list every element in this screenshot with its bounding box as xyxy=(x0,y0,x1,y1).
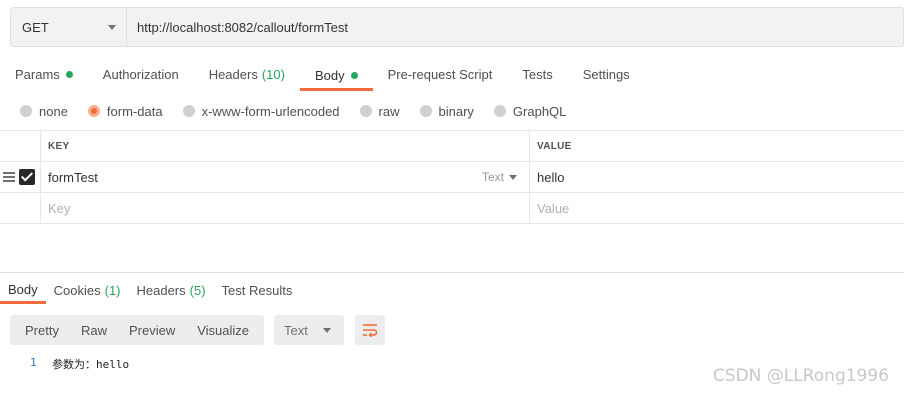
tab-pre-request-script[interactable]: Pre-request Script xyxy=(373,60,508,88)
method-select[interactable]: GET xyxy=(11,8,127,46)
method-label: GET xyxy=(22,19,49,35)
response-tab-body-label: Body xyxy=(8,282,38,297)
headers-count: (10) xyxy=(261,66,285,82)
tab-params-label: Params xyxy=(15,66,60,82)
tab-tests[interactable]: Tests xyxy=(507,60,567,88)
url-text: http://localhost:8082/callout/formTest xyxy=(137,19,349,35)
format-select[interactable]: Text xyxy=(274,315,345,345)
radio-icon xyxy=(182,105,195,117)
key-placeholder: Key xyxy=(48,200,71,216)
cookies-count: (1) xyxy=(104,282,121,298)
tab-params[interactable]: Params xyxy=(0,60,88,88)
response-tab-body[interactable]: Body xyxy=(0,278,46,304)
table-row: formTest Text hello xyxy=(0,162,904,193)
tab-authorization[interactable]: Authorization xyxy=(88,60,194,88)
value-column-header: VALUE xyxy=(530,131,904,161)
tab-settings[interactable]: Settings xyxy=(568,60,645,88)
key-header-label: KEY xyxy=(48,140,70,152)
radio-graphql-label: GraphQL xyxy=(512,103,567,119)
form-data-table: KEY VALUE formTest Text hello Key Value xyxy=(0,130,904,224)
chevron-down-icon xyxy=(509,174,517,180)
key-type-select[interactable]: Text xyxy=(482,170,517,184)
key-value: formTest xyxy=(48,169,98,185)
tab-body[interactable]: Body xyxy=(299,60,373,91)
response-tab-test-results-label: Test Results xyxy=(221,282,293,298)
view-mode-group: Pretty Raw Preview Visualize xyxy=(10,315,265,345)
response-tab-cookies[interactable]: Cookies (1) xyxy=(46,278,129,302)
row-control-cell xyxy=(0,162,41,192)
row-control-cell xyxy=(0,193,41,223)
view-raw-button[interactable]: Raw xyxy=(70,315,118,345)
tab-tests-label: Tests xyxy=(522,66,553,82)
radio-x-www-form-urlencoded[interactable]: x-www-form-urlencoded xyxy=(182,103,340,119)
key-column-header: KEY xyxy=(41,131,530,161)
body-indicator-dot xyxy=(350,72,358,79)
radio-icon xyxy=(359,105,372,117)
chevron-down-icon xyxy=(108,24,116,30)
key-type-label: Text xyxy=(481,170,504,184)
table-header-row: KEY VALUE xyxy=(0,131,904,162)
response-tab-cookies-label: Cookies xyxy=(53,282,101,298)
radio-urlencoded-label: x-www-form-urlencoded xyxy=(201,103,340,119)
value-cell[interactable]: hello xyxy=(530,162,904,192)
radio-raw[interactable]: raw xyxy=(359,103,400,119)
response-headers-count: (5) xyxy=(189,282,206,298)
radio-form-data[interactable]: form-data xyxy=(87,103,163,119)
table-row-new: Key Value xyxy=(0,193,904,224)
new-value-input[interactable]: Value xyxy=(530,193,904,223)
header-control-cell xyxy=(0,131,41,161)
new-key-input[interactable]: Key xyxy=(41,193,530,223)
code-line: 参数为：hello xyxy=(52,358,130,371)
wrap-lines-button[interactable] xyxy=(355,315,386,345)
response-divider[interactable] xyxy=(0,272,904,273)
radio-icon xyxy=(493,105,506,117)
response-tabs: Body Cookies (1) Headers (5) Test Result… xyxy=(0,278,301,304)
value-text: hello xyxy=(537,169,565,185)
view-pretty-button[interactable]: Pretty xyxy=(14,315,70,345)
wrap-lines-icon xyxy=(363,324,378,337)
format-select-label: Text xyxy=(284,322,308,338)
radio-binary[interactable]: binary xyxy=(419,103,474,119)
row-enabled-checkbox[interactable] xyxy=(19,169,35,185)
url-input[interactable]: http://localhost:8082/callout/formTest xyxy=(127,8,903,46)
radio-selected-icon xyxy=(87,105,100,117)
request-url-bar: GET http://localhost:8082/callout/formTe… xyxy=(10,7,904,47)
radio-form-data-label: form-data xyxy=(106,103,163,119)
response-view-toolbar: Pretty Raw Preview Visualize Text xyxy=(10,315,386,345)
view-preview-button[interactable]: Preview xyxy=(118,315,186,345)
tab-pre-request-label: Pre-request Script xyxy=(387,66,493,82)
body-type-options: none form-data x-www-form-urlencoded raw… xyxy=(20,100,586,122)
radio-icon xyxy=(20,105,32,117)
view-visualize-button[interactable]: Visualize xyxy=(186,315,260,345)
watermark: CSDN @LLRong1996 xyxy=(712,366,889,386)
response-tab-headers-label: Headers xyxy=(136,282,186,298)
radio-binary-label: binary xyxy=(438,103,474,119)
chevron-down-icon xyxy=(323,327,332,333)
tab-headers[interactable]: Headers (10) xyxy=(194,60,300,88)
radio-graphql[interactable]: GraphQL xyxy=(493,103,567,119)
radio-none-label: none xyxy=(39,103,68,119)
tab-body-label: Body xyxy=(314,68,345,83)
tab-headers-label: Headers xyxy=(208,66,258,82)
tab-authorization-label: Authorization xyxy=(102,66,179,82)
tab-settings-label: Settings xyxy=(582,66,630,82)
response-tab-headers[interactable]: Headers (5) xyxy=(129,278,214,302)
radio-icon xyxy=(419,105,432,117)
radio-none[interactable]: none xyxy=(20,104,68,119)
response-body-code[interactable]: 1 参数为：hello xyxy=(30,356,129,372)
response-tab-test-results[interactable]: Test Results xyxy=(214,278,301,302)
request-tabs: Params Authorization Headers (10) Body P… xyxy=(0,60,645,91)
line-number: 1 xyxy=(30,356,37,369)
value-header-label: VALUE xyxy=(537,140,572,152)
drag-handle-icon[interactable] xyxy=(3,172,15,182)
key-cell[interactable]: formTest Text xyxy=(41,162,530,192)
value-placeholder: Value xyxy=(537,200,570,216)
radio-raw-label: raw xyxy=(378,103,400,119)
params-indicator-dot xyxy=(65,70,73,78)
